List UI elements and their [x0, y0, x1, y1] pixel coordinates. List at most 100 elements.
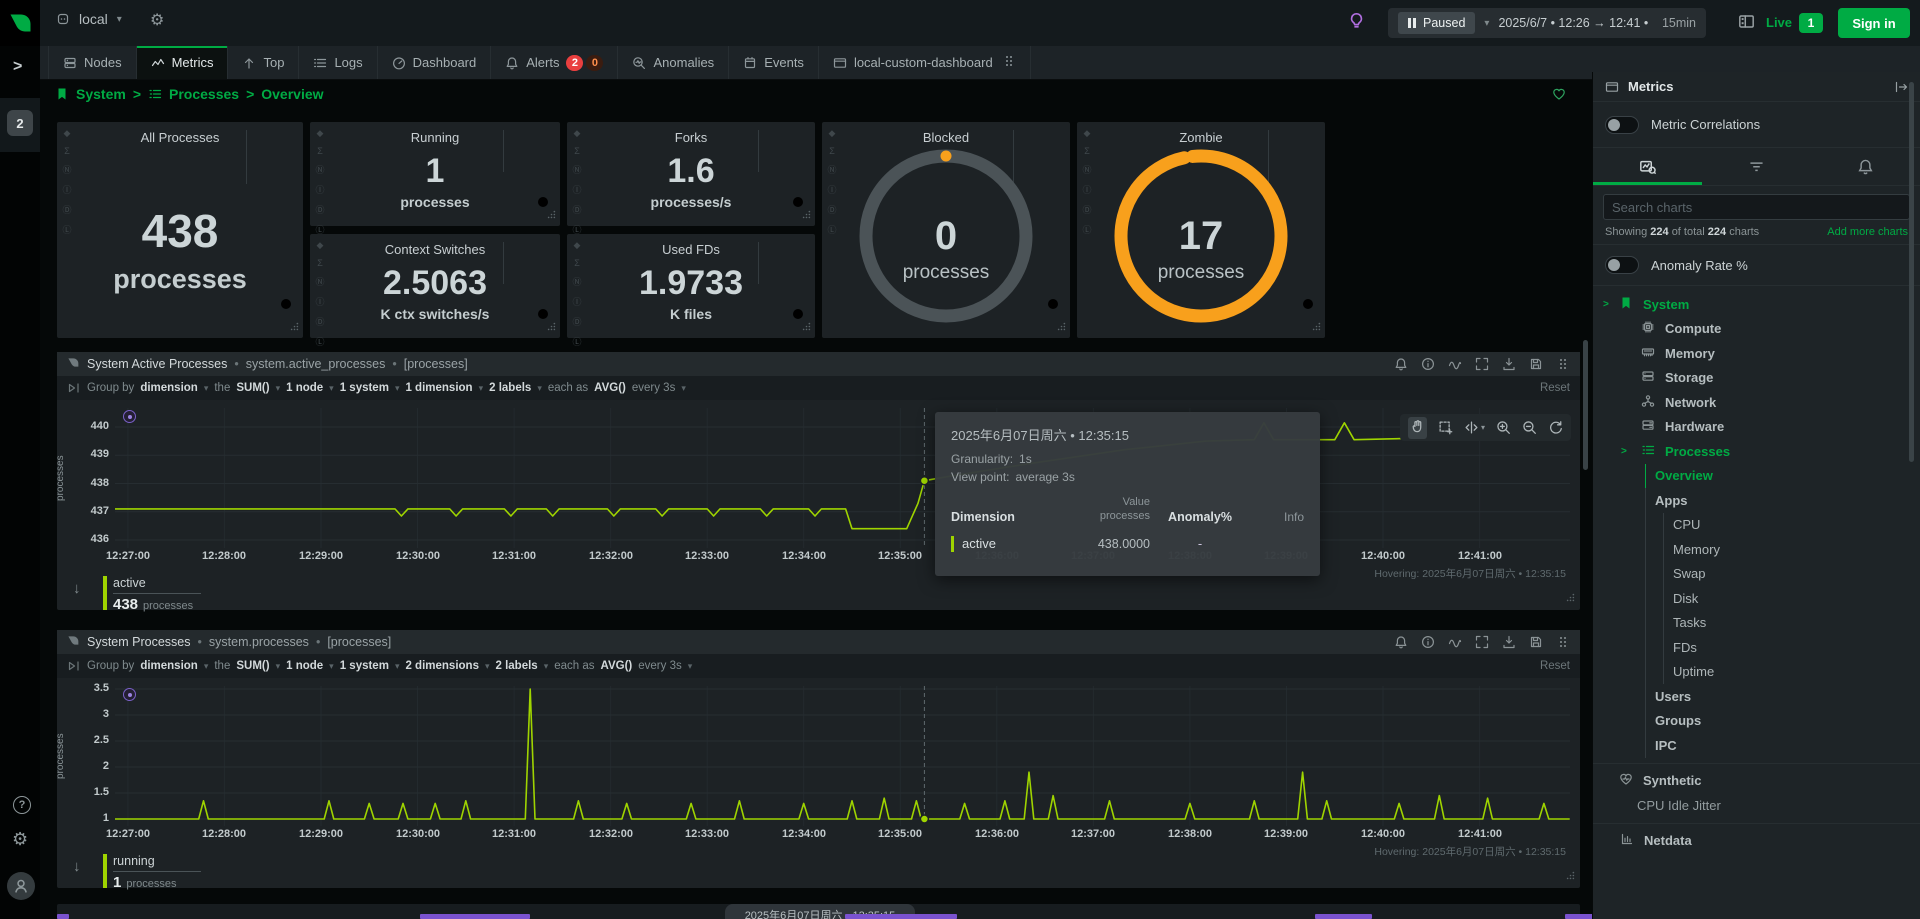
- chevron-down-icon[interactable]: ▾: [485, 661, 490, 672]
- date-range-picker[interactable]: Paused ▾ 2025/6/7 • 12:26 → 12:41 • 15mi…: [1388, 8, 1706, 38]
- dimensions-select[interactable]: 2 dimensions: [405, 660, 479, 672]
- tile-all-processes[interactable]: ◆ΣⓃⒾⒹⓁAll Processes438processes: [57, 122, 303, 338]
- anomaly-corner-icon[interactable]: [1301, 297, 1315, 314]
- breadcrumb-item[interactable]: Overview: [261, 86, 323, 102]
- space-room-badge[interactable]: 2: [7, 110, 33, 136]
- tile-used-fds[interactable]: ◆ΣⓃⒾⒹⓁUsed FDs1.9733K files: [567, 234, 815, 338]
- settings-gear-icon[interactable]: ⚙: [12, 830, 28, 848]
- tree-item-groups[interactable]: Groups: [1593, 709, 1920, 734]
- reset-button[interactable]: Reset: [1540, 382, 1570, 394]
- tree-item-disk[interactable]: Disk: [1593, 586, 1920, 611]
- tree-item-synthetic[interactable]: Synthetic: [1593, 769, 1920, 794]
- pan-hand-icon[interactable]: [1410, 419, 1425, 434]
- anomalies-wave-icon[interactable]: [1448, 357, 1462, 371]
- chevron-down-icon[interactable]: ▾: [688, 661, 693, 672]
- chevron-down-icon[interactable]: ▾: [204, 383, 209, 394]
- chevron-down-icon[interactable]: ▾: [395, 661, 400, 672]
- resize-grip-icon[interactable]: [547, 207, 556, 222]
- breadcrumb-item[interactable]: System: [76, 86, 126, 102]
- anomaly-rate-toggle[interactable]: [1605, 256, 1639, 274]
- resize-grip-icon[interactable]: [547, 319, 556, 334]
- expand-icon[interactable]: [1475, 357, 1489, 371]
- tree-item-hardware[interactable]: Hardware: [1593, 415, 1920, 440]
- tab-events[interactable]: Events: [729, 46, 819, 79]
- anomalies-wave-icon[interactable]: [1448, 635, 1462, 649]
- tile-zombie[interactable]: ◆ΣⓃⒾⒹⓁZombie17processes: [1077, 122, 1325, 338]
- netdata-logo[interactable]: [0, 0, 40, 46]
- skip-end-icon[interactable]: [67, 659, 81, 673]
- tile-context-switches[interactable]: ◆ΣⓃⒾⒹⓁContext Switches2.5063K ctx switch…: [310, 234, 560, 338]
- tree-item-users[interactable]: Users: [1593, 684, 1920, 709]
- tile-running[interactable]: ◆ΣⓃⒾⒹⓁRunning1processes: [310, 122, 560, 226]
- user-avatar[interactable]: [7, 872, 35, 900]
- zoom-out-icon[interactable]: [1522, 420, 1537, 435]
- search-charts-input[interactable]: [1603, 194, 1910, 220]
- tree-item-cpu[interactable]: CPU: [1593, 513, 1920, 538]
- grip-icon[interactable]: [1556, 357, 1570, 371]
- tree-item-overview[interactable]: Overview: [1593, 464, 1920, 489]
- tab-alerts[interactable]: Alerts20: [491, 46, 618, 79]
- skip-end-icon[interactable]: [67, 381, 81, 395]
- tab-nodes[interactable]: Nodes: [48, 46, 137, 79]
- tree-item-memory[interactable]: Memory: [1593, 341, 1920, 366]
- sign-in-button[interactable]: Sign in: [1838, 8, 1910, 38]
- tree-item-cpu-idle-jitter[interactable]: CPU Idle Jitter: [1593, 793, 1920, 818]
- dimensions-select[interactable]: 1 dimension: [405, 382, 472, 394]
- resize-grip-icon[interactable]: [1312, 319, 1321, 334]
- nodes-select[interactable]: 1 node: [286, 382, 323, 394]
- tree-item-system[interactable]: >System: [1593, 292, 1920, 317]
- heart-icon[interactable]: [1552, 87, 1566, 101]
- resize-grip-icon[interactable]: [1057, 319, 1066, 334]
- collapse-sidebar-icon[interactable]: [1894, 80, 1908, 94]
- anomaly-rate-chip-icon[interactable]: [123, 688, 136, 701]
- tree-item-memory[interactable]: Memory: [1593, 537, 1920, 562]
- chevron-down-icon[interactable]: ▾: [276, 661, 281, 672]
- download-icon[interactable]: [1502, 357, 1516, 371]
- labels-select[interactable]: 2 labels: [496, 660, 538, 672]
- time-aggregate-select[interactable]: AVG(): [594, 382, 626, 394]
- expand-icon[interactable]: [1475, 635, 1489, 649]
- anomaly-corner-icon[interactable]: [279, 297, 293, 314]
- anomaly-corner-icon[interactable]: [1046, 297, 1060, 314]
- download-icon[interactable]: [1502, 635, 1516, 649]
- plot-area[interactable]: [115, 408, 1570, 548]
- tab-logs[interactable]: Logs: [299, 46, 377, 79]
- time-aggregate-select[interactable]: AVG(): [601, 660, 633, 672]
- bell-icon[interactable]: [1394, 357, 1408, 371]
- resize-grip-icon[interactable]: [802, 319, 811, 334]
- zoom-reset-icon[interactable]: [1548, 420, 1563, 435]
- tree-item-ipc[interactable]: IPC: [1593, 733, 1920, 758]
- chevron-down-icon[interactable]: ▾: [544, 661, 549, 672]
- anomaly-bulb-icon[interactable]: [1348, 12, 1365, 29]
- help-icon[interactable]: ?: [13, 796, 31, 814]
- layout-panes-icon[interactable]: [1738, 13, 1755, 30]
- breadcrumb-item[interactable]: Processes: [169, 86, 239, 102]
- main-scrollbar[interactable]: [1583, 340, 1588, 470]
- node-settings-gear-icon[interactable]: ⚙: [150, 13, 164, 29]
- chevron-down-icon[interactable]: ▾: [681, 383, 686, 394]
- chart-system-processes[interactable]: System Processes•system.processes•[proce…: [57, 630, 1580, 888]
- aggregate-select[interactable]: SUM(): [236, 382, 269, 394]
- grip-icon[interactable]: [1556, 635, 1570, 649]
- tab-filters[interactable]: [1702, 148, 1811, 185]
- legend-sort-arrow-icon[interactable]: ↓: [73, 858, 81, 875]
- h-select-icon[interactable]: [1464, 420, 1479, 435]
- instances-select[interactable]: 1 system: [340, 382, 389, 394]
- resize-grip-icon[interactable]: [802, 207, 811, 222]
- tree-item-fds[interactable]: FDs: [1593, 635, 1920, 660]
- labels-select[interactable]: 2 labels: [489, 382, 531, 394]
- reset-button[interactable]: Reset: [1540, 660, 1570, 672]
- tree-item-apps[interactable]: Apps: [1593, 488, 1920, 513]
- tab-top[interactable]: Top: [228, 46, 299, 79]
- legend-dimension-name[interactable]: active: [113, 576, 201, 594]
- tile-blocked[interactable]: ◆ΣⓃⒾⒹⓁBlocked0processes: [822, 122, 1070, 338]
- tab-alerts[interactable]: [1811, 148, 1920, 185]
- resize-grip-icon[interactable]: [1566, 868, 1575, 883]
- tree-item-tasks[interactable]: Tasks: [1593, 611, 1920, 636]
- metric-correlations-toggle[interactable]: [1605, 116, 1639, 134]
- group-by-select[interactable]: dimension: [140, 660, 198, 672]
- tree-item-compute[interactable]: Compute: [1593, 317, 1920, 342]
- chevron-down-icon[interactable]: ▾: [537, 383, 542, 394]
- box-select-icon[interactable]: [1438, 420, 1453, 435]
- plot-area[interactable]: [115, 686, 1570, 826]
